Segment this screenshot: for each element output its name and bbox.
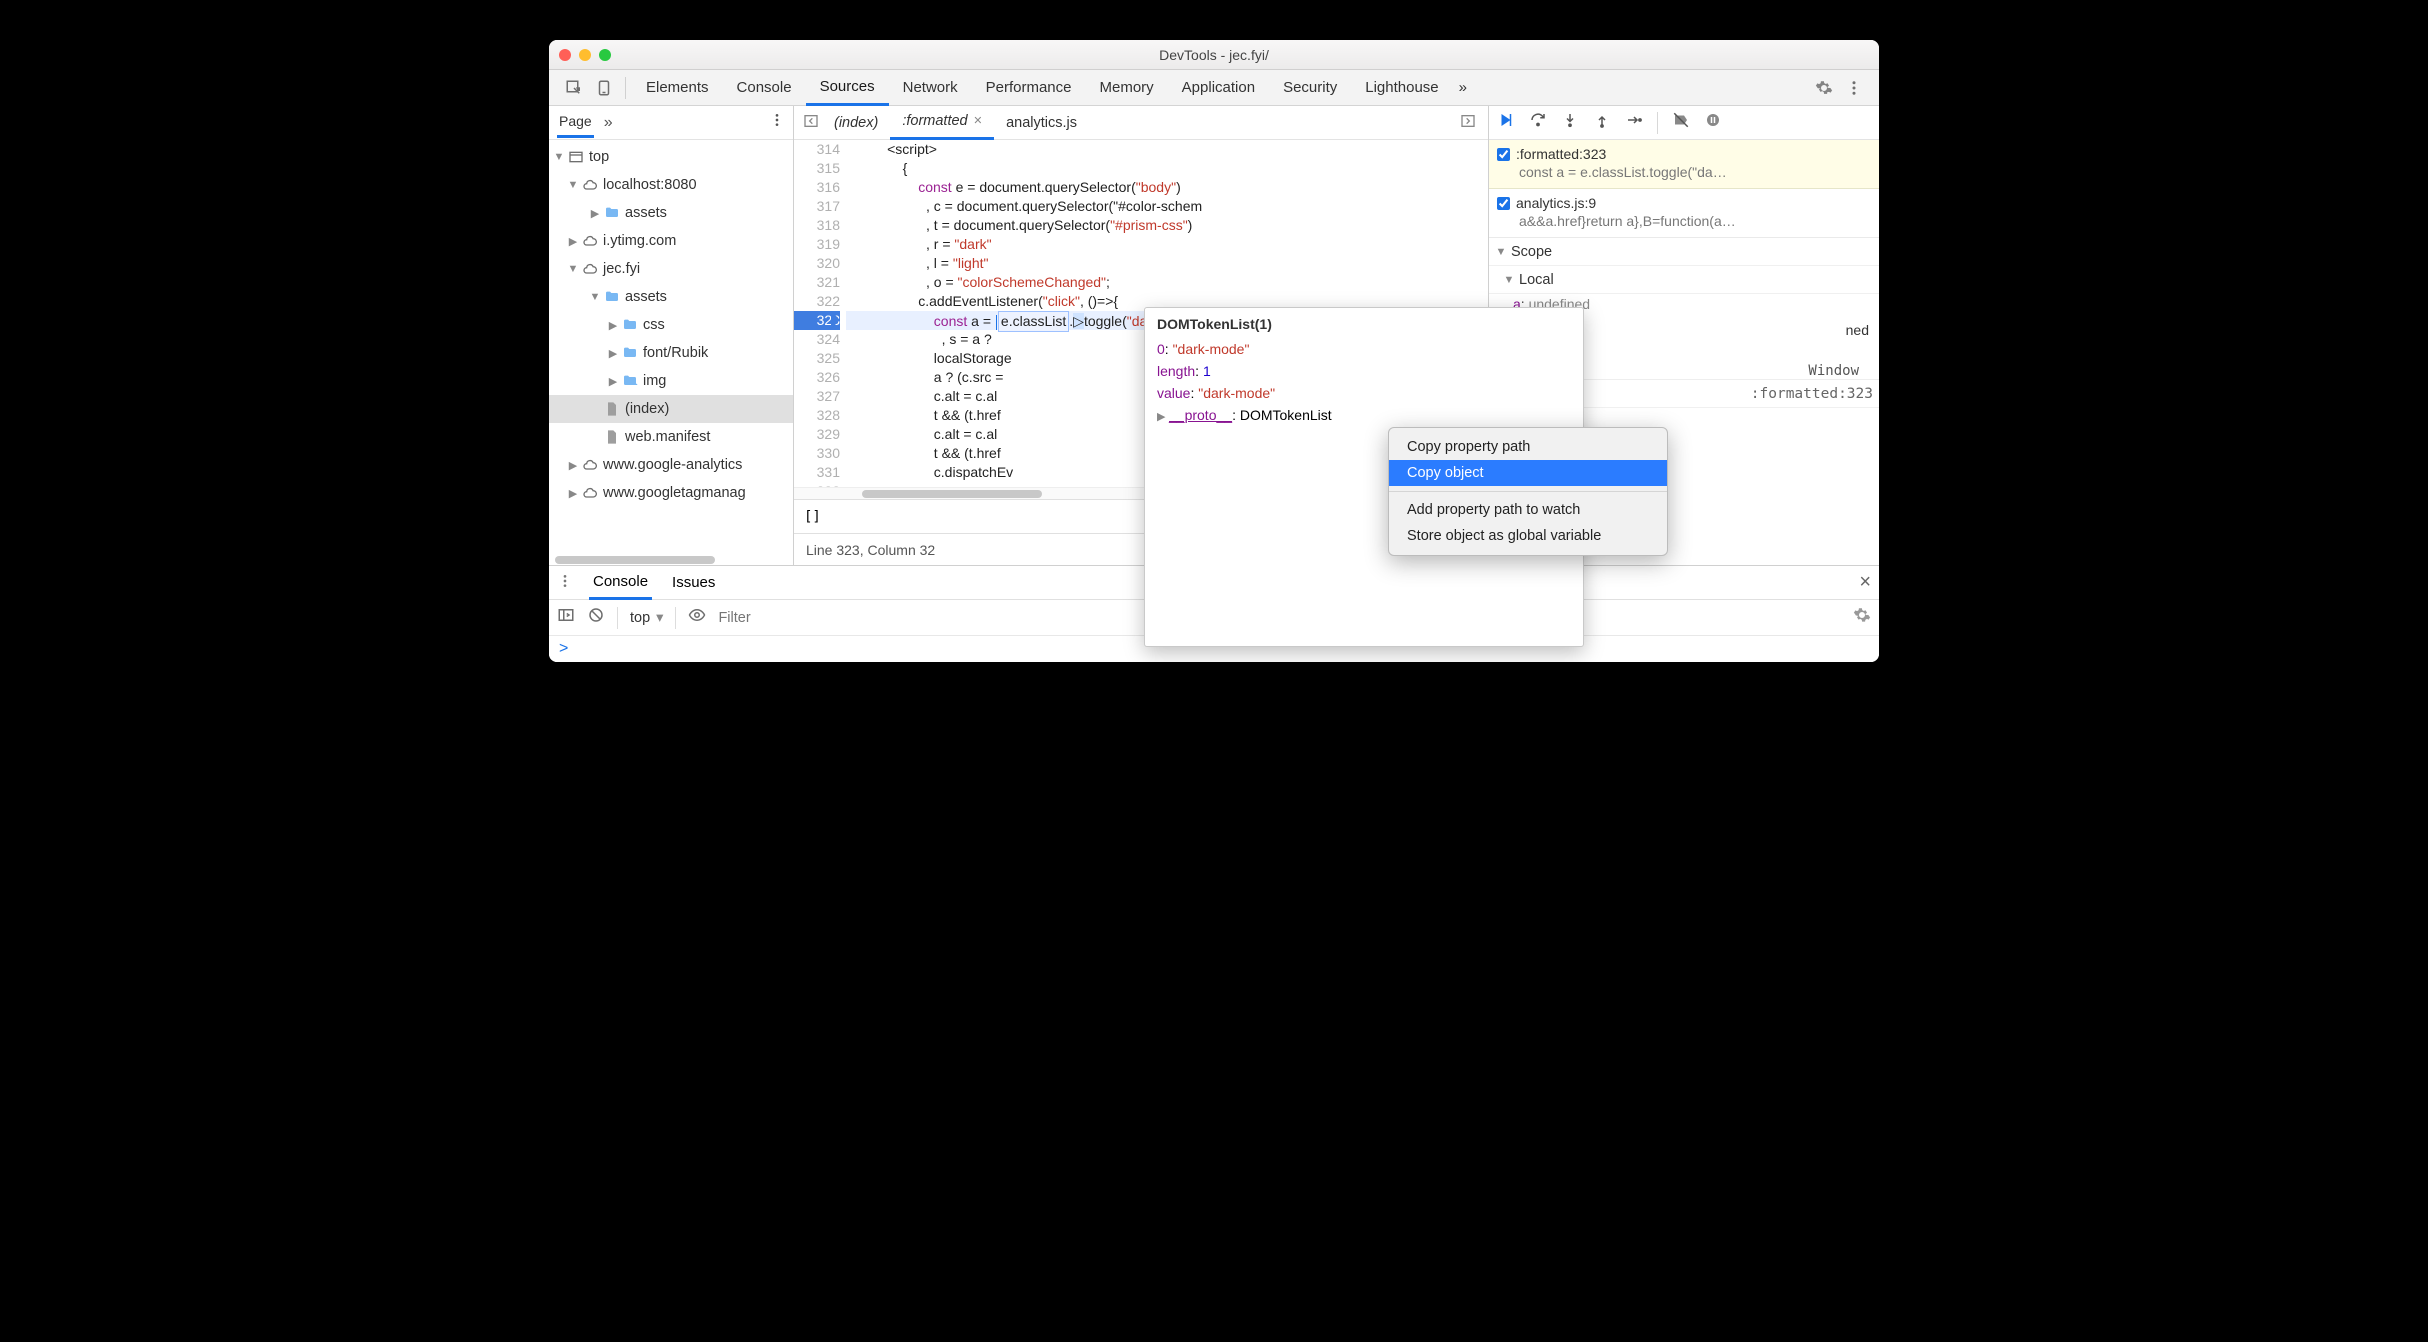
navigator-tab-page[interactable]: Page xyxy=(557,107,594,138)
console-settings-icon[interactable] xyxy=(1853,606,1871,629)
kebab-menu-icon[interactable] xyxy=(1839,74,1869,102)
tree-top[interactable]: ▼ top xyxy=(549,143,793,171)
close-tab-icon[interactable]: × xyxy=(974,113,982,129)
step-into-icon[interactable] xyxy=(1561,111,1579,134)
cloud-icon xyxy=(581,260,599,278)
sources-panel: Page » ▼ top ▼ localhost:8080 ▶ ass xyxy=(549,106,1879,566)
live-expression-icon[interactable] xyxy=(688,606,706,629)
tree-folder[interactable]: ▶ assets xyxy=(549,199,793,227)
settings-icon[interactable] xyxy=(1809,74,1839,102)
breakpoint-entry: analytics.js:9 a&&a.href}return a},B=fun… xyxy=(1489,189,1879,238)
tree-folder[interactable]: ▶ font/Rubik xyxy=(549,339,793,367)
execution-context-selector[interactable]: top ▾ xyxy=(630,610,663,626)
file-tree: ▼ top ▼ localhost:8080 ▶ assets ▶ i.ytim… xyxy=(549,140,793,555)
drawer-menu-icon[interactable] xyxy=(557,573,573,593)
tree-origin[interactable]: ▼ jec.fyi xyxy=(549,255,793,283)
deactivate-breakpoints-icon[interactable] xyxy=(1672,111,1690,134)
file-tab-active[interactable]: :formatted× xyxy=(890,106,994,140)
folder-icon xyxy=(621,344,639,362)
tooltip-proto-row[interactable]: ▶__proto__: DOMTokenList xyxy=(1157,404,1571,428)
tree-folder[interactable]: ▶ img xyxy=(549,367,793,395)
context-menu: Copy property path Copy object Add prope… xyxy=(1388,427,1668,556)
navigator-pane: Page » ▼ top ▼ localhost:8080 ▶ ass xyxy=(549,106,794,565)
tab-performance[interactable]: Performance xyxy=(972,70,1086,106)
navigator-scrollbar[interactable] xyxy=(549,555,793,565)
pause-on-exceptions-icon[interactable] xyxy=(1704,111,1722,134)
tree-origin[interactable]: ▼ localhost:8080 xyxy=(549,171,793,199)
console-sidebar-toggle-icon[interactable] xyxy=(557,606,575,629)
tree-origin[interactable]: ▶ www.google-analytics xyxy=(549,451,793,479)
resume-icon[interactable] xyxy=(1497,111,1515,134)
window-icon xyxy=(567,148,585,166)
folder-icon xyxy=(621,316,639,334)
step-icon[interactable] xyxy=(1625,111,1643,134)
cloud-icon xyxy=(581,456,599,474)
tab-security[interactable]: Security xyxy=(1269,70,1351,106)
menu-store-global[interactable]: Store object as global variable xyxy=(1389,523,1667,549)
window-title: DevTools - jec.fyi/ xyxy=(549,47,1879,63)
tabs-overflow[interactable]: » xyxy=(1453,70,1473,106)
cloud-icon xyxy=(581,484,599,502)
tab-console[interactable]: Console xyxy=(723,70,806,106)
navigator-menu-icon[interactable] xyxy=(769,112,785,133)
menu-add-watch[interactable]: Add property path to watch xyxy=(1389,497,1667,523)
titlebar: DevTools - jec.fyi/ xyxy=(549,40,1879,70)
tab-application[interactable]: Application xyxy=(1168,70,1269,106)
step-over-icon[interactable] xyxy=(1529,111,1547,134)
toggle-device-icon[interactable] xyxy=(589,74,619,102)
navigator-overflow[interactable]: » xyxy=(604,114,613,132)
run-snippet-icon[interactable] xyxy=(1460,113,1482,133)
editor-pane: (index) :formatted× analytics.js 3143153… xyxy=(794,106,1489,565)
tree-origin[interactable]: ▶ www.googletagmanag xyxy=(549,479,793,507)
line-gutter[interactable]: 3143153163173183193203213223233243253263… xyxy=(794,140,846,487)
tab-memory[interactable]: Memory xyxy=(1086,70,1168,106)
tab-lighthouse[interactable]: Lighthouse xyxy=(1351,70,1452,106)
drawer-tab-issues[interactable]: Issues xyxy=(668,566,719,600)
search-input[interactable] xyxy=(804,509,1004,525)
file-icon xyxy=(603,428,621,446)
menu-copy-object[interactable]: Copy object xyxy=(1389,460,1667,486)
tooltip-header: DOMTokenList(1) xyxy=(1157,316,1571,332)
navigator-tabs: Page » xyxy=(549,106,793,140)
folder-icon xyxy=(603,288,621,306)
nav-back-icon[interactable] xyxy=(800,113,822,133)
menu-separator xyxy=(1389,491,1667,492)
main-tab-bar: Elements Console Sources Network Perform… xyxy=(549,70,1879,106)
cloud-icon xyxy=(581,176,599,194)
breakpoint-entry: :formatted:323 const a = e.classList.tog… xyxy=(1489,140,1879,189)
tree-folder[interactable]: ▼ assets xyxy=(549,283,793,311)
cursor-position: Line 323, Column 32 xyxy=(806,542,935,558)
inspect-element-icon[interactable] xyxy=(559,74,589,102)
folder-icon xyxy=(621,372,639,390)
tab-elements[interactable]: Elements xyxy=(632,70,723,106)
breakpoint-checkbox[interactable] xyxy=(1497,197,1510,210)
tree-origin[interactable]: ▶ i.ytimg.com xyxy=(549,227,793,255)
file-icon xyxy=(603,400,621,418)
close-drawer-icon[interactable]: × xyxy=(1859,571,1871,594)
cloud-icon xyxy=(581,232,599,250)
drawer-tab-console[interactable]: Console xyxy=(589,566,652,600)
tab-network[interactable]: Network xyxy=(889,70,972,106)
tree-folder[interactable]: ▶ css xyxy=(549,311,793,339)
tree-file[interactable]: web.manifest xyxy=(549,423,793,451)
menu-copy-property-path[interactable]: Copy property path xyxy=(1389,434,1667,460)
tree-file-selected[interactable]: (index) xyxy=(549,395,793,423)
tab-sources[interactable]: Sources xyxy=(806,70,889,106)
debugger-toolbar xyxy=(1489,106,1879,140)
file-tab[interactable]: analytics.js xyxy=(994,106,1089,140)
step-out-icon[interactable] xyxy=(1593,111,1611,134)
folder-icon xyxy=(603,204,621,222)
file-tab-bar: (index) :formatted× analytics.js xyxy=(794,106,1488,140)
breakpoint-checkbox[interactable] xyxy=(1497,148,1510,161)
file-tab[interactable]: (index) xyxy=(822,106,890,140)
separator xyxy=(625,77,626,99)
scope-header[interactable]: ▼Scope xyxy=(1489,238,1879,266)
console-filter-input[interactable] xyxy=(718,610,918,626)
devtools-window: DevTools - jec.fyi/ Elements Console Sou… xyxy=(549,40,1879,662)
scope-local-header[interactable]: ▼Local xyxy=(1489,266,1879,294)
clear-console-icon[interactable] xyxy=(587,606,605,629)
